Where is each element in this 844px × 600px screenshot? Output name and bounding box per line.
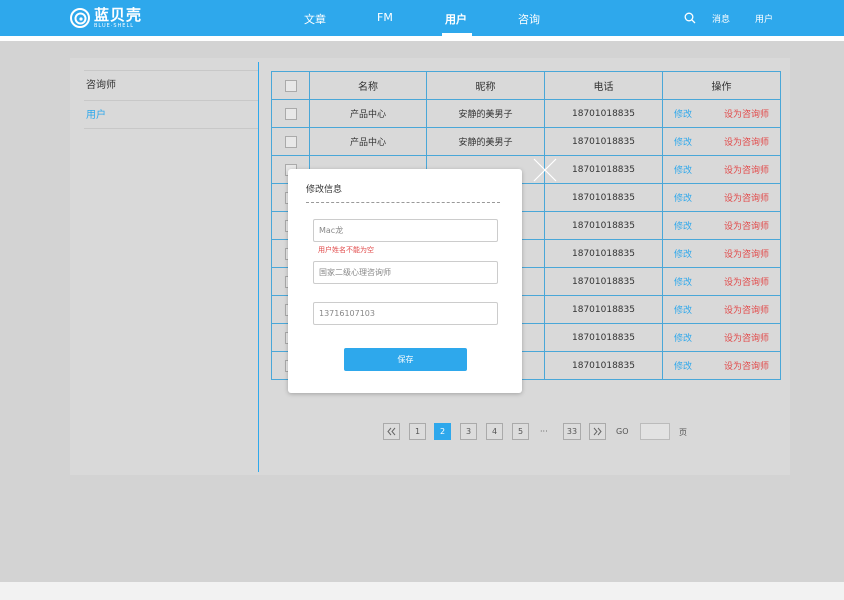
topbar-divider [0,36,844,41]
first-page-button[interactable] [383,423,400,440]
cell-phone: 18701018835 [544,183,663,212]
page-suffix-label: 页 [679,428,687,437]
set-counselor-link[interactable]: 设为咨询师 [724,278,769,288]
cell-actions: 修改 设为咨询师 [662,295,781,324]
sidebar-divider [258,62,259,472]
set-counselor-link[interactable]: 设为咨询师 [724,250,769,260]
save-button[interactable]: 保存 [344,348,467,371]
column-header-nickname: 昵称 [426,71,545,100]
cell-actions: 修改 设为咨询师 [662,323,781,352]
cell-actions: 修改 设为咨询师 [662,99,781,128]
edit-link[interactable]: 修改 [674,219,724,232]
set-counselor-link[interactable]: 设为咨询师 [724,138,769,148]
cell-phone: 18701018835 [544,155,663,184]
cell-nickname: 安静的美男子 [426,99,545,128]
edit-link[interactable]: 修改 [674,275,724,288]
cell-phone: 18701018835 [544,211,663,240]
page-button-5[interactable]: 5 [512,423,529,440]
nav-item-articles[interactable]: 文章 [304,11,326,27]
dialog-title: 修改信息 [306,185,343,195]
cell-actions: 修改 设为咨询师 [662,211,781,240]
row-checkbox[interactable] [284,135,297,148]
brand-logo[interactable]: 蓝贝壳 BLUE·SHELL [70,7,142,29]
cell-phone: 18701018835 [544,295,663,324]
search-icon[interactable] [684,12,696,24]
row-checkbox[interactable] [284,107,297,120]
shell-logo-icon [70,8,90,28]
table-row: 产品中心 安静的美男子 18701018835 修改 设为咨询师 [271,127,781,156]
edit-link[interactable]: 修改 [674,191,724,204]
row-select-cell [271,127,310,156]
sidebar-item-users[interactable]: 用户 [84,100,258,129]
set-counselor-link[interactable]: 设为咨询师 [724,334,769,344]
cell-phone: 18701018835 [544,127,663,156]
column-header-name: 名称 [309,71,427,100]
column-header-phone: 电话 [544,71,663,100]
set-counselor-link[interactable]: 设为咨询师 [724,194,769,204]
page-ellipsis: ··· [540,427,548,436]
top-navigation-bar: 蓝贝壳 BLUE·SHELL 文章 FM 用户 咨询 消息 用户 [0,0,844,36]
page-number-input[interactable] [640,423,670,440]
brand-name-en: BLUE·SHELL [94,22,135,29]
edit-link[interactable]: 修改 [674,107,724,120]
page-footer [0,582,844,600]
name-field[interactable]: Mac龙 [313,219,498,242]
set-counselor-link[interactable]: 设为咨询师 [724,222,769,232]
table-header-row: 名称 昵称 电话 操作 [271,71,781,100]
edit-link[interactable]: 修改 [674,359,724,372]
messages-link[interactable]: 消息 [712,12,730,25]
nav-item-consult[interactable]: 咨询 [518,11,540,27]
cell-phone: 18701018835 [544,239,663,268]
edit-link[interactable]: 修改 [674,135,724,148]
cell-actions: 修改 设为咨询师 [662,351,781,380]
page-button-4[interactable]: 4 [486,423,503,440]
page-button-last[interactable]: 33 [563,423,581,440]
cell-actions: 修改 设为咨询师 [662,183,781,212]
cell-name: 产品中心 [309,127,427,156]
cell-phone: 18701018835 [544,351,663,380]
cell-actions: 修改 设为咨询师 [662,267,781,296]
last-page-button[interactable] [589,423,606,440]
cell-name: 产品中心 [309,99,427,128]
close-icon[interactable] [533,158,557,182]
edit-info-dialog: 修改信息 Mac龙 用户姓名不能为空 国家二级心理咨询师 13716107103… [288,169,522,393]
set-counselor-link[interactable]: 设为咨询师 [724,166,769,176]
edit-link[interactable]: 修改 [674,247,724,260]
set-counselor-link[interactable]: 设为咨询师 [724,362,769,372]
brand-name-cn: 蓝贝壳 [94,5,143,24]
select-all-cell [271,71,310,100]
set-counselor-link[interactable]: 设为咨询师 [724,306,769,316]
name-error-message: 用户姓名不能为空 [318,246,374,254]
user-menu-link[interactable]: 用户 [755,12,773,25]
set-counselor-link[interactable]: 设为咨询师 [724,110,769,120]
edit-link[interactable]: 修改 [674,331,724,344]
title-field[interactable]: 国家二级心理咨询师 [313,261,498,284]
page-button-1[interactable]: 1 [409,423,426,440]
select-all-checkbox[interactable] [284,79,297,92]
go-button[interactable]: GO [616,427,629,436]
double-chevron-right-icon [593,427,602,436]
cell-phone: 18701018835 [544,267,663,296]
cell-phone: 18701018835 [544,99,663,128]
phone-field[interactable]: 13716107103 [313,302,498,325]
nav-item-fm[interactable]: FM [377,11,393,24]
cell-actions: 修改 设为咨询师 [662,127,781,156]
cell-actions: 修改 设为咨询师 [662,239,781,268]
double-chevron-left-icon [387,427,396,436]
sidebar-item-counselors[interactable]: 咨询师 [84,70,258,99]
table-row: 产品中心 安静的美男子 18701018835 修改 设为咨询师 [271,99,781,128]
nav-item-users[interactable]: 用户 [445,11,467,27]
dialog-divider [306,202,500,203]
cell-actions: 修改 设为咨询师 [662,155,781,184]
edit-link[interactable]: 修改 [674,163,724,176]
cell-phone: 18701018835 [544,323,663,352]
cell-nickname: 安静的美男子 [426,127,545,156]
column-header-actions: 操作 [662,71,781,100]
row-select-cell [271,99,310,128]
page-button-2[interactable]: 2 [434,423,451,440]
edit-link[interactable]: 修改 [674,303,724,316]
page-button-3[interactable]: 3 [460,423,477,440]
